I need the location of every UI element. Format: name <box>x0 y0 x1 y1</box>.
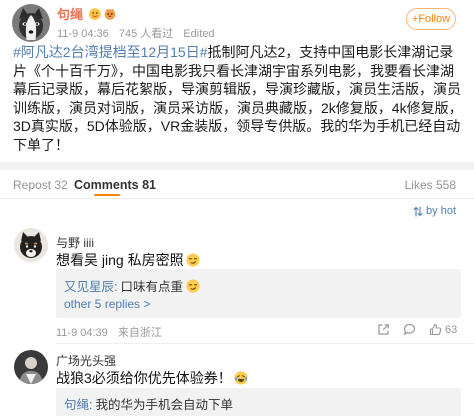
like-icon[interactable] <box>429 323 442 336</box>
post-time: 11-9 04:36 <box>57 28 109 40</box>
share-icon[interactable] <box>377 323 390 336</box>
user-badge-icon <box>89 7 101 20</box>
author-avatar[interactable] <box>12 4 50 42</box>
reply-author[interactable]: 句绳: <box>64 394 92 413</box>
user-badge-icon <box>104 8 116 20</box>
author-name[interactable]: 句绳 <box>57 4 83 23</box>
comment-like-count: 63 <box>445 324 458 336</box>
more-replies-link[interactable]: other 5 replies > <box>64 297 150 311</box>
commenter-avatar[interactable] <box>14 350 48 384</box>
reply-item: 又见星辰: 口味有点重 <box>64 276 200 295</box>
smirk-emoji-icon <box>186 253 200 267</box>
follow-button[interactable]: +Follow <box>406 8 456 30</box>
comment-location: 来自浙江 <box>117 327 162 339</box>
comment-icon[interactable] <box>403 323 416 336</box>
post-meta: 11-9 04:36 745 人看过 Edited <box>57 25 222 41</box>
reply-author[interactable]: 又见星辰: <box>64 276 117 295</box>
post-views: 745 人看过 <box>118 28 174 40</box>
tab-likes-count: 558 <box>435 178 456 192</box>
dog-cartoon-avatar-icon <box>14 228 48 262</box>
post-body: #阿凡达2台湾提档至12月15日#抵制阿凡达2，支持中国电影长津湖记录片《个十百… <box>13 43 463 154</box>
smirk-emoji-icon <box>186 278 200 293</box>
person-avatar-icon <box>14 350 48 384</box>
comment-text-content: 想看吴 jing 私房密照 <box>56 252 184 268</box>
dog-avatar-icon <box>12 4 50 42</box>
sort-label: by hot <box>426 205 456 217</box>
comment-time: 11-9 04:39 <box>56 327 108 339</box>
section-separator <box>0 162 474 170</box>
sort-toggle[interactable]: by hot <box>413 205 456 217</box>
tab-likes[interactable]: Likes 558 <box>405 178 456 192</box>
tab-comments-label: Comments <box>74 178 139 192</box>
tabs-divider <box>0 198 474 199</box>
reply-item: 句绳: 我的华为手机会自动下单 <box>64 394 233 413</box>
commenter-name[interactable]: 与野 iiii <box>56 234 94 251</box>
post-hashtag-link[interactable]: #阿凡达2台湾提档至12月15日# <box>13 44 208 60</box>
reply-text: 口味有点重 <box>120 280 183 294</box>
comment-text: 战狼3必须给你优先体验券！ <box>56 368 248 388</box>
laughing-emoji-icon <box>234 371 248 385</box>
post-edited-label[interactable]: Edited <box>183 28 214 40</box>
commenter-avatar[interactable] <box>14 228 48 262</box>
tab-likes-label: Likes <box>404 178 433 192</box>
weibo-post-detail: 句绳 11-9 04:36 745 人看过 Edited +Follow #阿凡… <box>0 0 474 416</box>
comment-text-content: 战狼3必须给你优先体验券！ <box>56 370 232 386</box>
tab-repost-label: Repost <box>13 178 52 192</box>
tab-repost-count: 32 <box>54 178 68 192</box>
tab-comments-count: 81 <box>142 178 156 192</box>
comment-divider <box>56 343 474 344</box>
tab-comments[interactable]: Comments 81 <box>74 178 156 192</box>
reply-text: 我的华为手机会自动下单 <box>95 398 233 412</box>
reply-preview[interactable]: 又见星辰: 口味有点重 other 5 replies > <box>56 269 461 318</box>
reply-preview[interactable]: 句绳: 我的华为手机会自动下单 <box>56 388 461 416</box>
comment-meta: 11-9 04:39 来自浙江 <box>56 324 169 340</box>
post-body-text: 抵制阿凡达2，支持中国电影长津湖记录片《个十百千万》，中国电影我只看长津湖宇宙系… <box>13 44 463 153</box>
commenter-name[interactable]: 广场光头强 <box>56 352 116 369</box>
comment-text: 想看吴 jing 私房密照 <box>56 250 200 270</box>
active-tab-indicator <box>94 194 120 196</box>
author-row: 句绳 <box>57 5 116 22</box>
tab-repost[interactable]: Repost 32 <box>13 178 68 192</box>
sort-icon <box>413 205 423 217</box>
